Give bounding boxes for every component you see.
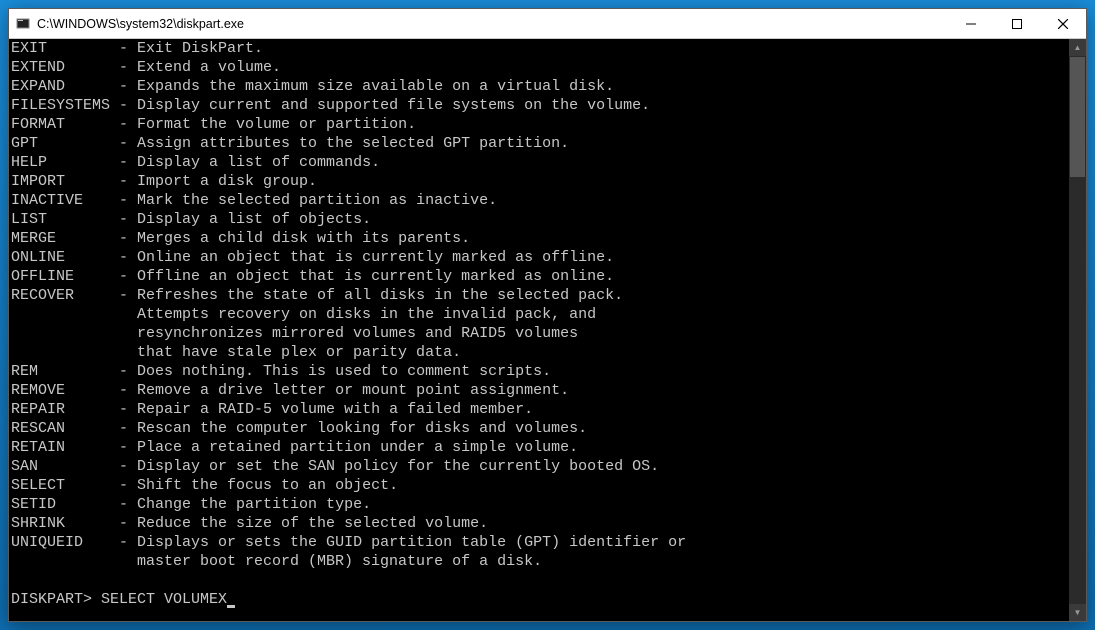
- command-desc: Mark the selected partition as inactive.: [137, 191, 497, 210]
- command-desc: Does nothing. This is used to comment sc…: [137, 362, 551, 381]
- command-desc: Refreshes the state of all disks in the …: [137, 286, 623, 305]
- help-line: SETID - Change the partition type.: [11, 495, 1067, 514]
- command-name: EXPAND: [11, 77, 119, 96]
- app-icon: [15, 16, 31, 32]
- titlebar[interactable]: C:\WINDOWS\system32\diskpart.exe: [9, 9, 1086, 39]
- help-line: EXPAND - Expands the maximum size availa…: [11, 77, 1067, 96]
- help-line: FILESYSTEMS - Display current and suppor…: [11, 96, 1067, 115]
- command-name: GPT: [11, 134, 119, 153]
- command-name: SHRINK: [11, 514, 119, 533]
- prompt-input[interactable]: SELECT VOLUMEX: [101, 590, 227, 609]
- help-line: EXTEND - Extend a volume.: [11, 58, 1067, 77]
- command-desc: Repair a RAID-5 volume with a failed mem…: [137, 400, 533, 419]
- command-name: FORMAT: [11, 115, 119, 134]
- console-output[interactable]: EXIT - Exit DiskPart.EXTEND - Extend a v…: [9, 39, 1069, 621]
- command-name: REPAIR: [11, 400, 119, 419]
- text-cursor: [227, 605, 235, 608]
- help-line: RECOVER - Refreshes the state of all dis…: [11, 286, 1067, 305]
- help-line: RESCAN - Rescan the computer looking for…: [11, 419, 1067, 438]
- command-name: HELP: [11, 153, 119, 172]
- help-line: SELECT - Shift the focus to an object.: [11, 476, 1067, 495]
- command-name: IMPORT: [11, 172, 119, 191]
- app-window: C:\WINDOWS\system32\diskpart.exe EXIT - …: [8, 8, 1087, 622]
- command-desc: Remove a drive letter or mount point ass…: [137, 381, 569, 400]
- command-desc: Extend a volume.: [137, 58, 281, 77]
- maximize-button[interactable]: [994, 9, 1040, 39]
- command-name: SETID: [11, 495, 119, 514]
- command-name: MERGE: [11, 229, 119, 248]
- help-line: LIST - Display a list of objects.: [11, 210, 1067, 229]
- command-desc: Import a disk group.: [137, 172, 317, 191]
- command-desc: Change the partition type.: [137, 495, 371, 514]
- help-line: EXIT - Exit DiskPart.: [11, 39, 1067, 58]
- help-line: SHRINK - Reduce the size of the selected…: [11, 514, 1067, 533]
- command-name: UNIQUEID: [11, 533, 119, 552]
- help-line: REM - Does nothing. This is used to comm…: [11, 362, 1067, 381]
- command-name: EXTEND: [11, 58, 119, 77]
- command-desc: Displays or sets the GUID partition tabl…: [137, 533, 686, 552]
- command-desc: Display a list of objects.: [137, 210, 371, 229]
- command-name: REMOVE: [11, 381, 119, 400]
- vertical-scrollbar[interactable]: ▲ ▼: [1069, 39, 1086, 621]
- scroll-thumb[interactable]: [1070, 57, 1085, 177]
- help-line: GPT - Assign attributes to the selected …: [11, 134, 1067, 153]
- help-line: UNIQUEID - Displays or sets the GUID par…: [11, 533, 1067, 552]
- command-name: LIST: [11, 210, 119, 229]
- help-line: RETAIN - Place a retained partition unde…: [11, 438, 1067, 457]
- help-line: REPAIR - Repair a RAID-5 volume with a f…: [11, 400, 1067, 419]
- command-name: INACTIVE: [11, 191, 119, 210]
- command-desc: Online an object that is currently marke…: [137, 248, 614, 267]
- help-line: OFFLINE - Offline an object that is curr…: [11, 267, 1067, 286]
- command-desc: Expands the maximum size available on a …: [137, 77, 614, 96]
- command-desc: Display current and supported file syste…: [137, 96, 650, 115]
- command-name: REM: [11, 362, 119, 381]
- command-desc: Merges a child disk with its parents.: [137, 229, 470, 248]
- command-desc: Assign attributes to the selected GPT pa…: [137, 134, 569, 153]
- console-area: EXIT - Exit DiskPart.EXTEND - Extend a v…: [9, 39, 1086, 621]
- command-desc: Format the volume or partition.: [137, 115, 416, 134]
- command-desc-continued: Attempts recovery on disks in the invali…: [11, 305, 1067, 324]
- command-desc: Shift the focus to an object.: [137, 476, 398, 495]
- command-name: RECOVER: [11, 286, 119, 305]
- command-desc: Place a retained partition under a simpl…: [137, 438, 578, 457]
- help-line: IMPORT - Import a disk group.: [11, 172, 1067, 191]
- help-line: INACTIVE - Mark the selected partition a…: [11, 191, 1067, 210]
- help-line: SAN - Display or set the SAN policy for …: [11, 457, 1067, 476]
- help-line: HELP - Display a list of commands.: [11, 153, 1067, 172]
- help-line: REMOVE - Remove a drive letter or mount …: [11, 381, 1067, 400]
- scroll-up-button[interactable]: ▲: [1069, 39, 1086, 56]
- prompt-label: DISKPART>: [11, 590, 101, 609]
- window-title: C:\WINDOWS\system32\diskpart.exe: [37, 17, 244, 31]
- command-name: ONLINE: [11, 248, 119, 267]
- command-desc: Exit DiskPart.: [137, 39, 263, 58]
- help-line: MERGE - Merges a child disk with its par…: [11, 229, 1067, 248]
- close-button[interactable]: [1040, 9, 1086, 39]
- scroll-down-button[interactable]: ▼: [1069, 604, 1086, 621]
- help-line: FORMAT - Format the volume or partition.: [11, 115, 1067, 134]
- minimize-button[interactable]: [948, 9, 994, 39]
- command-desc: Display or set the SAN policy for the cu…: [137, 457, 659, 476]
- command-desc: Display a list of commands.: [137, 153, 380, 172]
- command-desc-continued: master boot record (MBR) signature of a …: [11, 552, 1067, 571]
- command-desc-continued: resynchronizes mirrored volumes and RAID…: [11, 324, 1067, 343]
- help-line: ONLINE - Online an object that is curren…: [11, 248, 1067, 267]
- command-name: FILESYSTEMS: [11, 96, 119, 115]
- prompt-line[interactable]: DISKPART> SELECT VOLUMEX: [11, 590, 1067, 609]
- command-name: RESCAN: [11, 419, 119, 438]
- command-name: SELECT: [11, 476, 119, 495]
- command-desc-continued: that have stale plex or parity data.: [11, 343, 1067, 362]
- command-name: RETAIN: [11, 438, 119, 457]
- command-desc: Reduce the size of the selected volume.: [137, 514, 488, 533]
- command-name: SAN: [11, 457, 119, 476]
- command-name: OFFLINE: [11, 267, 119, 286]
- command-name: EXIT: [11, 39, 119, 58]
- command-desc: Rescan the computer looking for disks an…: [137, 419, 587, 438]
- command-desc: Offline an object that is currently mark…: [137, 267, 614, 286]
